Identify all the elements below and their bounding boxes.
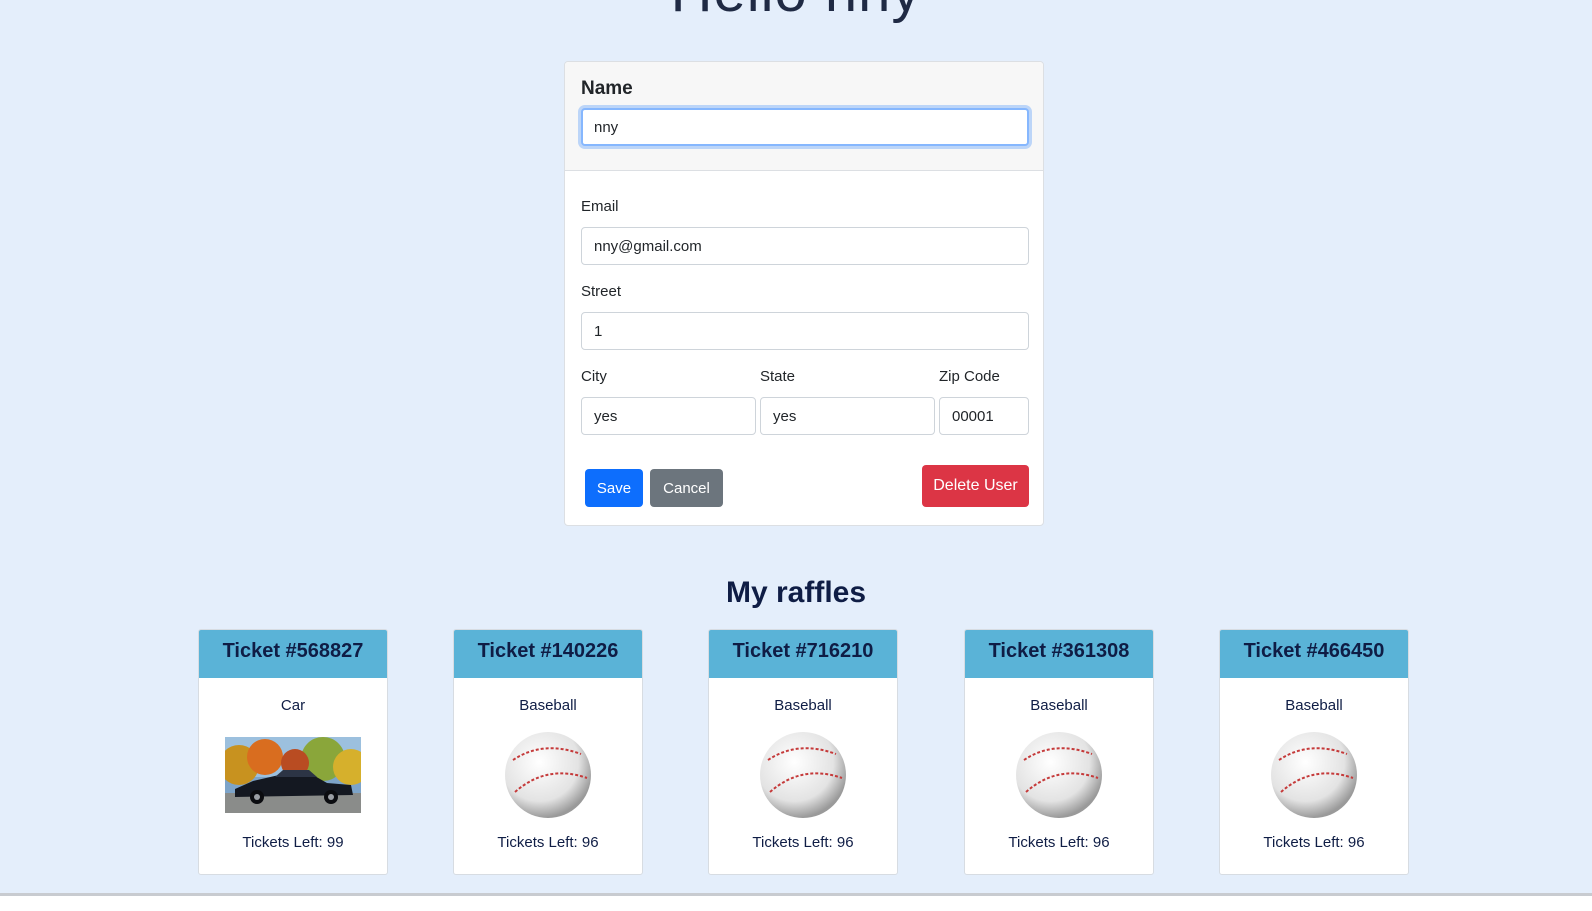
- ticket-card[interactable]: Ticket #568827 Car Tickets Left: 99: [198, 629, 388, 875]
- ticket-image: [709, 727, 897, 823]
- ticket-card[interactable]: Ticket #140226 Baseball Tickets Left: 96: [453, 629, 643, 875]
- state-input[interactable]: [760, 397, 935, 435]
- city-label: City: [581, 368, 607, 385]
- city-input[interactable]: [581, 397, 756, 435]
- ticket-item-name: Baseball: [519, 697, 577, 714]
- ticket-card[interactable]: Ticket #361308 Baseball Tickets Left: 96: [964, 629, 1154, 875]
- ticket-header: Ticket #140226: [454, 630, 642, 678]
- ticket-header: Ticket #361308: [965, 630, 1153, 678]
- ticket-item-name: Baseball: [1285, 697, 1343, 714]
- ticket-header: Ticket #568827: [199, 630, 387, 678]
- raffles-heading: My raffles: [725, 576, 867, 609]
- baseball-image: [1016, 732, 1102, 818]
- ticket-image: [1220, 727, 1408, 823]
- save-button[interactable]: Save: [585, 469, 643, 507]
- baseball-image: [505, 732, 591, 818]
- horizontal-scrollbar[interactable]: [0, 893, 1592, 911]
- car-image: [225, 737, 361, 813]
- name-section: Name: [565, 62, 1043, 171]
- tickets-left: Tickets Left: 96: [1008, 834, 1110, 851]
- cancel-button[interactable]: Cancel: [650, 469, 723, 507]
- ticket-card[interactable]: Ticket #716210 Baseball Tickets Left: 96: [708, 629, 898, 875]
- email-input[interactable]: [581, 227, 1029, 265]
- name-label: Name: [581, 78, 633, 99]
- zip-label: Zip Code: [939, 368, 1000, 385]
- tickets-left: Tickets Left: 99: [242, 834, 344, 851]
- tickets-left: Tickets Left: 96: [752, 834, 854, 851]
- profile-page: Hello nny Name Email Street City State Z…: [0, 0, 1592, 911]
- ticket-image: [454, 727, 642, 823]
- user-form-card: Name Email Street City State Zip Code Sa…: [564, 61, 1044, 526]
- zip-input[interactable]: [939, 397, 1029, 435]
- street-input[interactable]: [581, 312, 1029, 350]
- email-label: Email: [581, 198, 619, 215]
- state-label: State: [760, 368, 796, 385]
- user-details-section: Email Street City State Zip Code Save Ca…: [565, 171, 1043, 525]
- name-input[interactable]: [581, 108, 1029, 146]
- ticket-card[interactable]: Ticket #466450 Baseball Tickets Left: 96: [1219, 629, 1409, 875]
- tickets-left: Tickets Left: 96: [1263, 834, 1365, 851]
- street-label: Street: [581, 283, 622, 300]
- baseball-image: [1271, 732, 1357, 818]
- ticket-header: Ticket #716210: [709, 630, 897, 678]
- delete-user-button[interactable]: Delete User: [922, 465, 1029, 507]
- greeting-heading: Hello nny: [0, 0, 1592, 25]
- ticket-item-name: Baseball: [774, 697, 832, 714]
- ticket-image: [965, 727, 1153, 823]
- tickets-left: Tickets Left: 96: [497, 834, 599, 851]
- baseball-image: [760, 732, 846, 818]
- ticket-item-name: Car: [280, 697, 306, 714]
- ticket-item-name: Baseball: [1030, 697, 1088, 714]
- ticket-image: [199, 727, 387, 823]
- ticket-header: Ticket #466450: [1220, 630, 1408, 678]
